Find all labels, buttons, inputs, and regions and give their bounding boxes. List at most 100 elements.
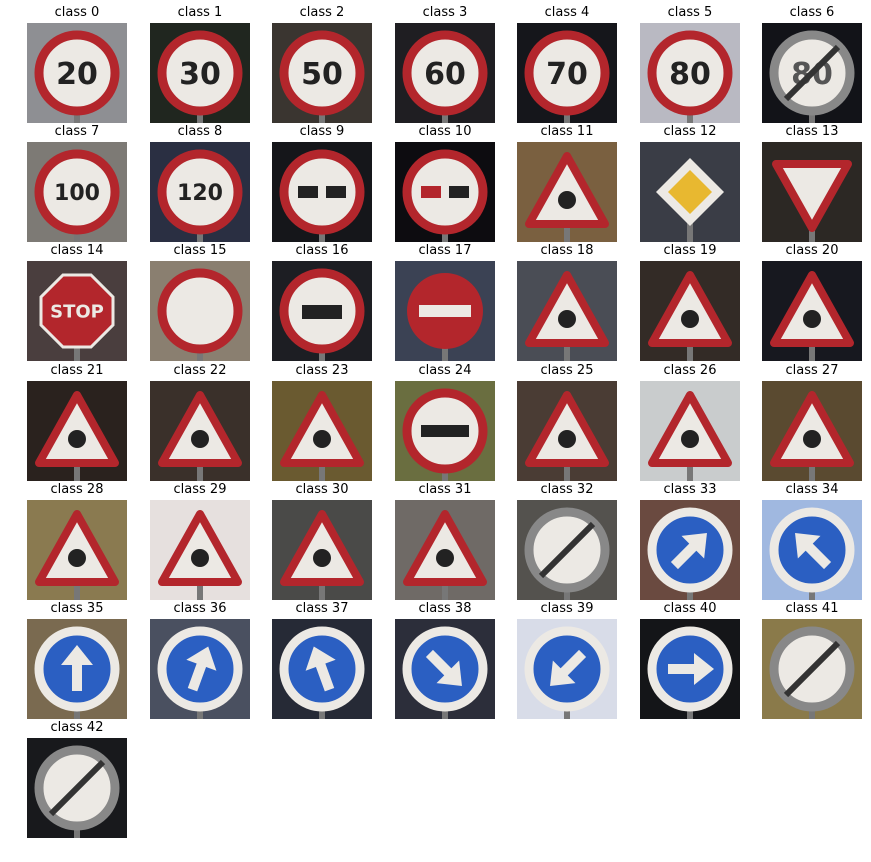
cell-title: class 33	[663, 482, 717, 497]
cell-title: class 17	[418, 243, 472, 258]
sign-thumbnail	[762, 142, 862, 242]
sign-thumbnail	[150, 381, 250, 481]
sign-thumbnail: 120	[150, 142, 250, 242]
sign-cell: class 7 100	[27, 123, 127, 242]
sign-cell: class 38	[395, 600, 495, 719]
cell-title: class 19	[663, 243, 717, 258]
sign-thumbnail	[272, 619, 372, 719]
sign-thumbnail	[517, 261, 617, 361]
sign-thumbnail	[150, 261, 250, 361]
sign-cell: class 4 70	[517, 4, 617, 123]
sign-thumbnail	[27, 381, 127, 481]
sign-thumbnail	[640, 381, 740, 481]
sign-cell: class 29	[150, 481, 250, 600]
sign-thumbnail: 70	[517, 23, 617, 123]
sign-cell: class 30	[272, 481, 372, 600]
sign-cell: class 42	[27, 719, 127, 838]
sign-thumbnail	[517, 500, 617, 600]
cell-title: class 10	[418, 124, 472, 139]
sign-cell: class 32	[517, 481, 617, 600]
cell-title: class 34	[785, 482, 839, 497]
cell-title: class 26	[663, 363, 717, 378]
cell-title: class 21	[50, 363, 104, 378]
sign-cell: class 20	[762, 242, 862, 361]
sign-cell: class 6 80	[762, 4, 862, 123]
sign-cell: class 40	[640, 600, 740, 719]
sign-cell: class 15	[150, 242, 250, 361]
sign-thumbnail	[762, 619, 862, 719]
cell-title: class 30	[295, 482, 349, 497]
cell-title: class 11	[540, 124, 594, 139]
sign-cell: class 9	[272, 123, 372, 242]
sign-cell: class 5 80	[640, 4, 740, 123]
cell-title: class 18	[540, 243, 594, 258]
sign-thumbnail	[395, 619, 495, 719]
sign-thumbnail	[395, 142, 495, 242]
sign-thumbnail	[395, 261, 495, 361]
sign-thumbnail	[762, 500, 862, 600]
cell-title: class 7	[54, 124, 100, 139]
sign-cell: class 23	[272, 362, 372, 481]
sign-cell: class 0 20	[27, 4, 127, 123]
cell-title: class 9	[299, 124, 345, 139]
sign-cell: class 14 STOP	[27, 242, 127, 361]
sign-cell: class 18	[517, 242, 617, 361]
sign-cell: class 37	[272, 600, 372, 719]
cell-title: class 41	[785, 601, 839, 616]
sign-cell: class 17	[395, 242, 495, 361]
cell-title: class 25	[540, 363, 594, 378]
sign-thumbnail	[27, 500, 127, 600]
svg-text:STOP: STOP	[50, 301, 104, 322]
cell-title: class 1	[177, 5, 223, 20]
svg-text:100: 100	[54, 181, 100, 206]
cell-title: class 35	[50, 601, 104, 616]
cell-title: class 20	[785, 243, 839, 258]
sign-cell: class 3 60	[395, 4, 495, 123]
cell-title: class 2	[299, 5, 345, 20]
sign-thumbnail	[272, 261, 372, 361]
svg-text:50: 50	[301, 57, 343, 92]
cell-title: class 37	[295, 601, 349, 616]
cell-title: class 23	[295, 363, 349, 378]
sign-cell: class 8 120	[150, 123, 250, 242]
sign-cell: class 1 30	[150, 4, 250, 123]
sign-thumbnail: STOP	[27, 261, 127, 361]
cell-title: class 36	[173, 601, 227, 616]
sign-thumbnail	[640, 619, 740, 719]
cell-title: class 4	[544, 5, 590, 20]
sign-grid: class 0 20 class 1 30 class 2 50 class 3 60 clas…	[0, 0, 871, 862]
sign-thumbnail	[640, 261, 740, 361]
sign-cell: class 16	[272, 242, 372, 361]
cell-title: class 32	[540, 482, 594, 497]
sign-cell: class 35	[27, 600, 127, 719]
sign-thumbnail	[27, 619, 127, 719]
cell-title: class 39	[540, 601, 594, 616]
sign-thumbnail: 30	[150, 23, 250, 123]
sign-thumbnail	[640, 142, 740, 242]
sign-thumbnail	[762, 381, 862, 481]
sign-cell: class 33	[640, 481, 740, 600]
cell-title: class 38	[418, 601, 472, 616]
sign-thumbnail	[395, 500, 495, 600]
sign-cell: class 34	[762, 481, 862, 600]
sign-cell: class 25	[517, 362, 617, 481]
sign-cell: class 13	[762, 123, 862, 242]
cell-title: class 40	[663, 601, 717, 616]
cell-title: class 28	[50, 482, 104, 497]
svg-text:20: 20	[56, 57, 98, 92]
cell-title: class 5	[667, 5, 713, 20]
sign-thumbnail: 100	[27, 142, 127, 242]
cell-title: class 8	[177, 124, 223, 139]
cell-title: class 13	[785, 124, 839, 139]
sign-cell: class 19	[640, 242, 740, 361]
sign-cell: class 41	[762, 600, 862, 719]
sign-thumbnail	[272, 381, 372, 481]
svg-text:80: 80	[669, 57, 711, 92]
sign-thumbnail	[640, 500, 740, 600]
sign-cell: class 11	[517, 123, 617, 242]
sign-cell: class 2 50	[272, 4, 372, 123]
sign-thumbnail	[517, 619, 617, 719]
sign-thumbnail: 20	[27, 23, 127, 123]
cell-title: class 15	[173, 243, 227, 258]
sign-cell: class 36	[150, 600, 250, 719]
